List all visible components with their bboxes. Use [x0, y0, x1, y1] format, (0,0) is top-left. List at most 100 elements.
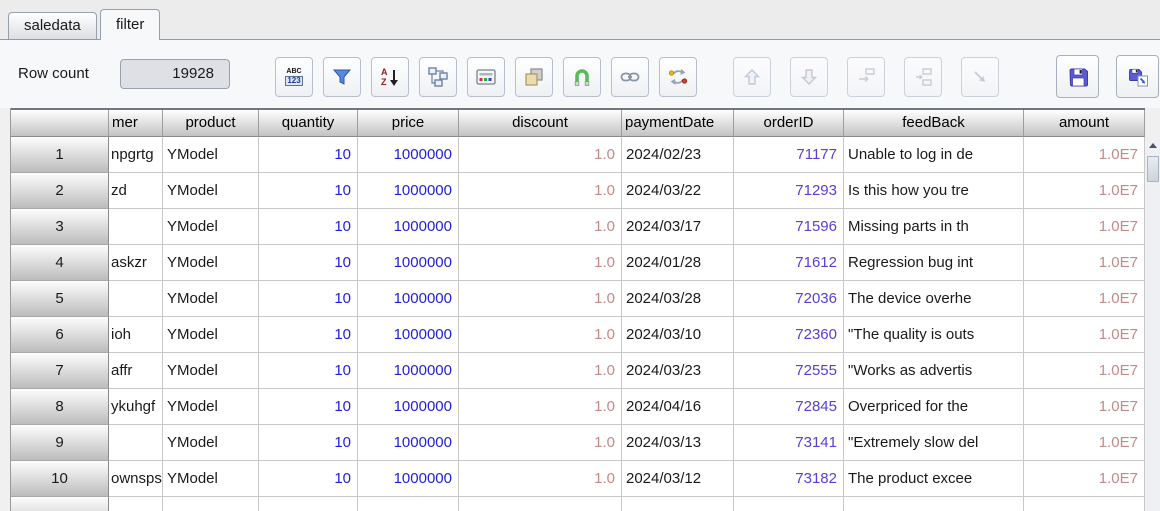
insert-row-above-button[interactable]: [847, 57, 885, 97]
cell-amount[interactable]: 1.0E7: [1024, 281, 1145, 317]
cell-orderID[interactable]: 72036: [734, 281, 844, 317]
cell-quantity[interactable]: 10: [259, 389, 358, 425]
cell-feedBack[interactable]: "The quality is outs: [844, 317, 1024, 353]
cell-product[interactable]: YModel: [163, 281, 259, 317]
refresh-button[interactable]: [659, 57, 697, 97]
cell-price[interactable]: 1000000: [358, 317, 459, 353]
cell-product[interactable]: YModel: [163, 173, 259, 209]
cell-customer[interactable]: askzr: [109, 245, 163, 281]
cell-orderID[interactable]: 72555: [734, 353, 844, 389]
cell-paymentDate[interactable]: 2024/03/17: [622, 209, 734, 245]
cell-product[interactable]: YModel: [163, 461, 259, 497]
cell-product[interactable]: [163, 497, 259, 511]
cell-quantity[interactable]: 10: [259, 425, 358, 461]
col-header-discount[interactable]: discount: [459, 110, 622, 137]
cell-price[interactable]: 1000000: [358, 137, 459, 173]
cell-orderID[interactable]: 71612: [734, 245, 844, 281]
cell-quantity[interactable]: 10: [259, 317, 358, 353]
cell-orderID[interactable]: 73182: [734, 461, 844, 497]
col-header-quantity[interactable]: quantity: [259, 110, 358, 137]
cell-feedBack[interactable]: Regression bug int: [844, 245, 1024, 281]
flowchart-button[interactable]: [419, 57, 457, 97]
cell-customer[interactable]: [109, 281, 163, 317]
cell-discount[interactable]: 1.0: [459, 209, 622, 245]
cell-customer[interactable]: [109, 425, 163, 461]
panel-settings-button[interactable]: [467, 57, 505, 97]
cell-feedBack[interactable]: Overpriced for the: [844, 389, 1024, 425]
cell-amount[interactable]: 1.0E7: [1024, 425, 1145, 461]
row-number[interactable]: [11, 497, 109, 511]
col-header-paymentDate[interactable]: paymentDate: [622, 110, 734, 137]
cell-product[interactable]: YModel: [163, 209, 259, 245]
row-number[interactable]: 6: [11, 317, 109, 353]
cell-price[interactable]: 1000000: [358, 281, 459, 317]
cell-paymentDate[interactable]: 2024/03/22: [622, 173, 734, 209]
cell-orderID[interactable]: 72360: [734, 317, 844, 353]
cell-discount[interactable]: 1.0: [459, 137, 622, 173]
cell-price[interactable]: [358, 497, 459, 511]
cell-orderID[interactable]: [734, 497, 844, 511]
cell-quantity[interactable]: 10: [259, 461, 358, 497]
row-number[interactable]: 9: [11, 425, 109, 461]
cell-product[interactable]: YModel: [163, 317, 259, 353]
cell-amount[interactable]: 1.0E7: [1024, 137, 1145, 173]
cell-discount[interactable]: 1.0: [459, 425, 622, 461]
cell-price[interactable]: 1000000: [358, 425, 459, 461]
cell-quantity[interactable]: 10: [259, 173, 358, 209]
col-header-orderID[interactable]: orderID: [734, 110, 844, 137]
row-number[interactable]: 8: [11, 389, 109, 425]
cell-feedBack[interactable]: [844, 497, 1024, 511]
save-as-button[interactable]: [1116, 55, 1159, 98]
cell-quantity[interactable]: 10: [259, 353, 358, 389]
cell-price[interactable]: 1000000: [358, 173, 459, 209]
row-number[interactable]: 10: [11, 461, 109, 497]
cell-paymentDate[interactable]: 2024/03/28: [622, 281, 734, 317]
cell-paymentDate[interactable]: 2024/02/23: [622, 137, 734, 173]
row-number[interactable]: 4: [11, 245, 109, 281]
row-number[interactable]: 7: [11, 353, 109, 389]
jump-button[interactable]: [961, 57, 999, 97]
cell-feedBack[interactable]: The device overhe: [844, 281, 1024, 317]
cell-product[interactable]: YModel: [163, 389, 259, 425]
cell-quantity[interactable]: 10: [259, 209, 358, 245]
link-button[interactable]: [611, 57, 649, 97]
cell-amount[interactable]: 1.0E7: [1024, 209, 1145, 245]
col-header-num[interactable]: [11, 110, 109, 137]
cell-discount[interactable]: [459, 497, 622, 511]
cell-customer[interactable]: [109, 209, 163, 245]
cell-product[interactable]: YModel: [163, 245, 259, 281]
cell-paymentDate[interactable]: 2024/03/13: [622, 425, 734, 461]
move-down-button[interactable]: [790, 57, 828, 97]
cell-amount[interactable]: 1.0E7: [1024, 245, 1145, 281]
cell-feedBack[interactable]: The product excee: [844, 461, 1024, 497]
row-number[interactable]: 1: [11, 137, 109, 173]
row-number[interactable]: 3: [11, 209, 109, 245]
tab-filter[interactable]: filter: [100, 9, 160, 40]
cell-price[interactable]: 1000000: [358, 209, 459, 245]
cell-paymentDate[interactable]: 2024/03/23: [622, 353, 734, 389]
cell-amount[interactable]: 1.0E7: [1024, 461, 1145, 497]
cell-customer[interactable]: affr: [109, 353, 163, 389]
cell-discount[interactable]: 1.0: [459, 245, 622, 281]
cell-paymentDate[interactable]: 2024/03/12: [622, 461, 734, 497]
cell-orderID[interactable]: 71596: [734, 209, 844, 245]
cell-feedBack[interactable]: Missing parts in th: [844, 209, 1024, 245]
scrollbar-thumb[interactable]: [1147, 156, 1159, 182]
cell-amount[interactable]: 1.0E7: [1024, 353, 1145, 389]
cell-quantity[interactable]: 10: [259, 245, 358, 281]
cell-amount[interactable]: 1.0E7: [1024, 173, 1145, 209]
cell-amount[interactable]: 1.0E7: [1024, 389, 1145, 425]
cell-quantity[interactable]: [259, 497, 358, 511]
row-number[interactable]: 5: [11, 281, 109, 317]
cell-paymentDate[interactable]: 2024/04/16: [622, 389, 734, 425]
cell-price[interactable]: 1000000: [358, 461, 459, 497]
cell-amount[interactable]: [1024, 497, 1145, 511]
cell-paymentDate[interactable]: 2024/03/10: [622, 317, 734, 353]
cell-price[interactable]: 1000000: [358, 389, 459, 425]
col-header-product[interactable]: product: [163, 110, 259, 137]
cell-feedBack[interactable]: "Works as advertis: [844, 353, 1024, 389]
cell-discount[interactable]: 1.0: [459, 173, 622, 209]
save-button[interactable]: [1056, 55, 1099, 98]
move-up-button[interactable]: [733, 57, 771, 97]
cell-price[interactable]: 1000000: [358, 353, 459, 389]
